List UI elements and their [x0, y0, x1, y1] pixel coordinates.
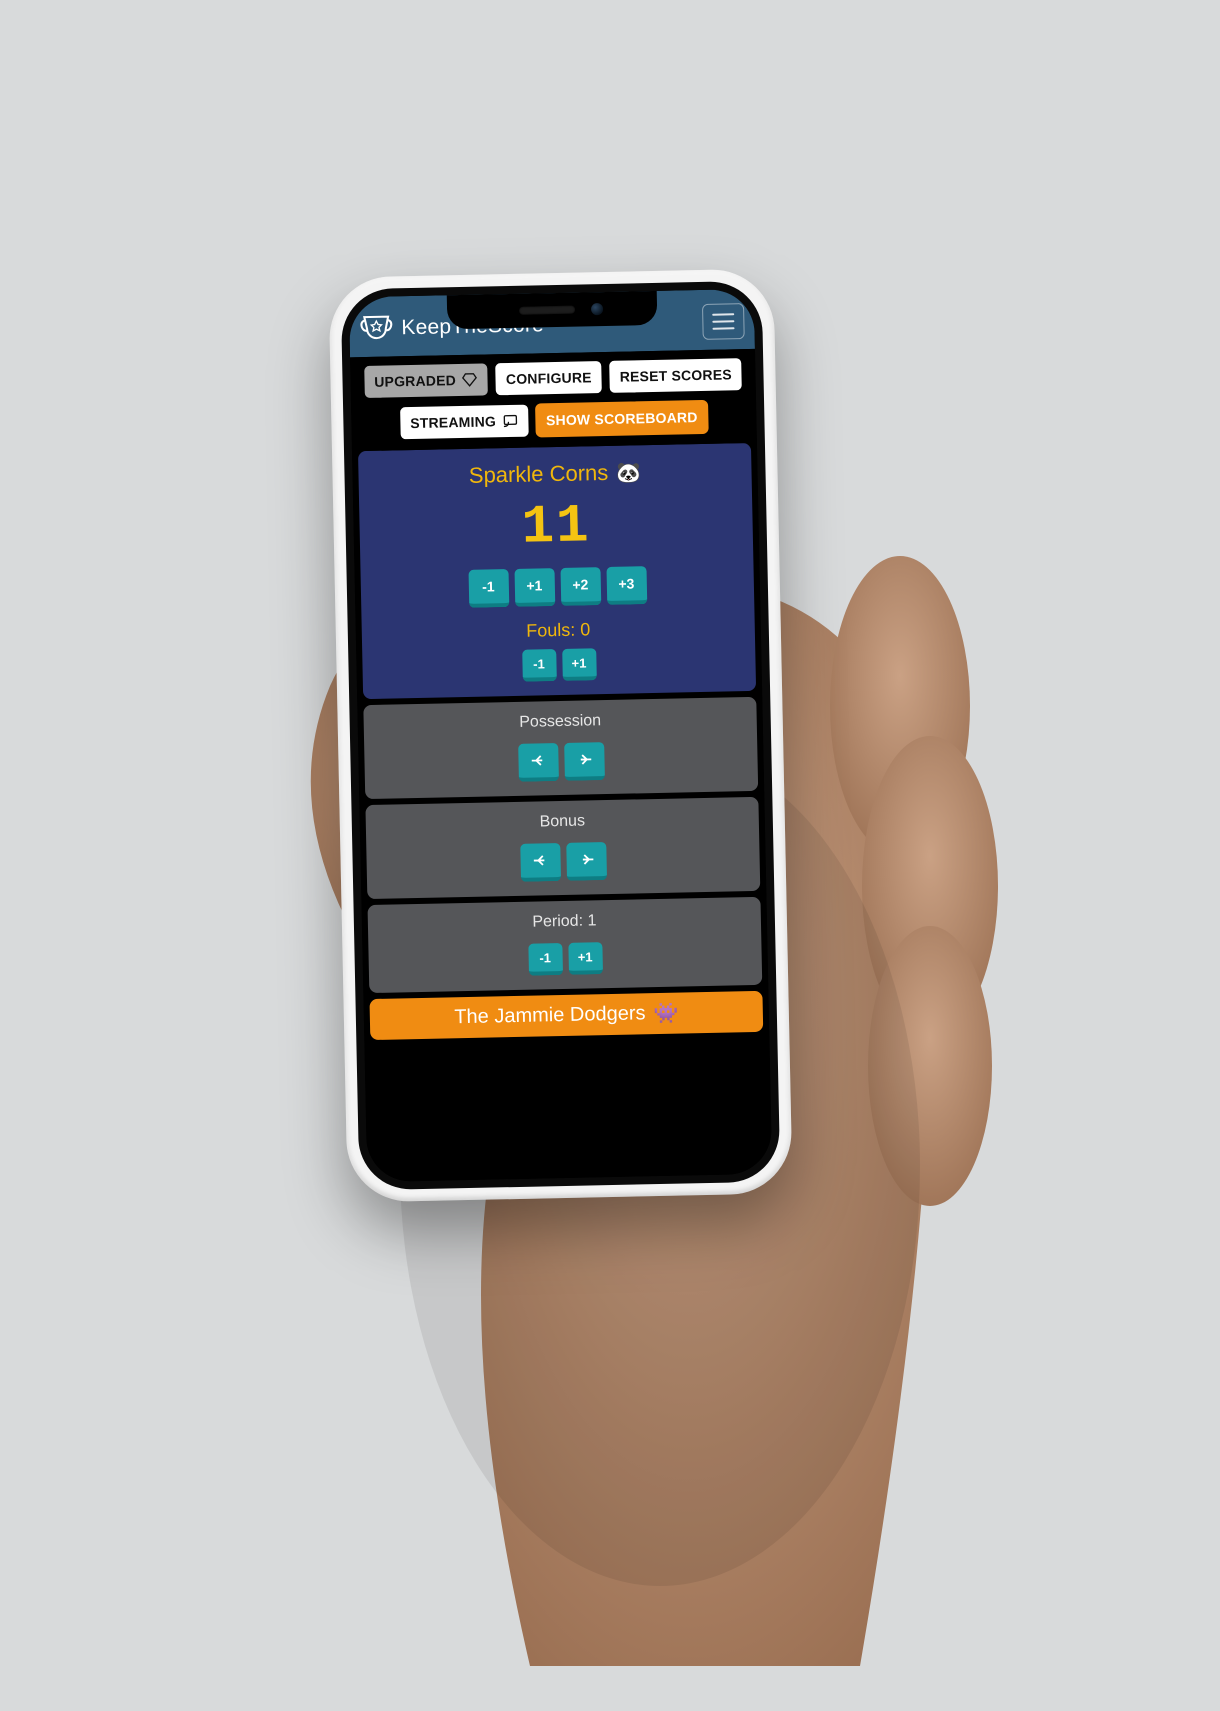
team1-score: 11 [367, 493, 745, 562]
show-scoreboard-button[interactable]: SHOW SCOREBOARD [534, 400, 708, 438]
menu-button[interactable] [701, 303, 744, 340]
upgraded-button[interactable]: UPGRADED [362, 362, 488, 399]
bonus-buttons [374, 839, 752, 885]
arrow-left-icon [528, 751, 546, 769]
team1-card: Sparkle Corns 🐼 11 -1 +1 +2 +3 Fouls: 0 [358, 443, 756, 699]
bonus-card: Bonus [365, 797, 760, 899]
reset-scores-button[interactable]: RESET SCORES [608, 357, 743, 394]
team1-name-row: Sparkle Corns 🐼 [366, 457, 743, 491]
streaming-label: STREAMING [410, 413, 496, 431]
toolbar: UPGRADED CONFIGURE RESET SCORES [350, 349, 757, 451]
team1-score-plus2[interactable]: +2 [559, 567, 600, 606]
team1-score-buttons: -1 +1 +2 +3 [368, 564, 746, 610]
arrow-right-icon [574, 750, 592, 768]
arrow-left-icon [530, 851, 548, 869]
cast-icon [501, 413, 517, 429]
possession-buttons [372, 739, 750, 785]
team1-fouls-minus1[interactable]: -1 [521, 649, 556, 682]
phone-screen: KeepTheScore UPGRADED [348, 289, 771, 1182]
bonus-right[interactable] [565, 842, 606, 881]
period-label: Period: 1 [375, 909, 752, 935]
team1-score-plus3[interactable]: +3 [605, 566, 646, 605]
phone-bezel: KeepTheScore UPGRADED [340, 281, 780, 1191]
upgraded-label: UPGRADED [374, 372, 456, 390]
team1-name: Sparkle Corns [468, 460, 608, 489]
team1-score-plus1[interactable]: +1 [514, 568, 555, 607]
app-logo-icon [359, 311, 394, 346]
team1-fouls-buttons: -1 +1 [370, 645, 748, 685]
possession-label: Possession [371, 709, 748, 735]
show-scoreboard-label: SHOW SCOREBOARD [545, 409, 697, 428]
configure-button[interactable]: CONFIGURE [494, 360, 603, 396]
period-minus1[interactable]: -1 [527, 943, 562, 976]
phone-notch [446, 291, 657, 329]
reset-label: RESET SCORES [619, 366, 731, 384]
phone-camera [590, 303, 602, 315]
phone-shell: KeepTheScore UPGRADED [328, 268, 792, 1202]
possession-card: Possession [363, 697, 758, 799]
team1-fouls-label: Fouls: 0 [369, 616, 746, 645]
team2-name: The Jammie Dodgers [454, 1002, 646, 1029]
period-plus1[interactable]: +1 [567, 942, 602, 975]
team1-emoji: 🐼 [615, 460, 640, 486]
possession-right[interactable] [563, 742, 604, 781]
streaming-button[interactable]: STREAMING [398, 404, 528, 441]
diamond-icon [461, 372, 477, 388]
team2-header: The Jammie Dodgers 👾 [369, 991, 763, 1040]
bonus-left[interactable] [519, 843, 560, 882]
toolbar-row-2: STREAMING SHOW SCOREBOARD [359, 399, 749, 441]
toolbar-row-1: UPGRADED CONFIGURE RESET SCORES [358, 357, 748, 399]
team2-emoji: 👾 [653, 1001, 678, 1027]
configure-label: CONFIGURE [505, 369, 591, 387]
arrow-right-icon [576, 850, 594, 868]
team1-score-minus1[interactable]: -1 [468, 569, 509, 608]
period-card: Period: 1 -1 +1 [367, 897, 762, 993]
period-buttons: -1 +1 [376, 939, 754, 979]
possession-left[interactable] [517, 743, 558, 782]
team1-fouls-plus1[interactable]: +1 [561, 648, 596, 681]
main-area: Sparkle Corns 🐼 11 -1 +1 +2 +3 Fouls: 0 [352, 443, 772, 1182]
phone-speaker [518, 306, 574, 315]
app-root: KeepTheScore UPGRADED [348, 289, 771, 1182]
bonus-label: Bonus [373, 809, 750, 835]
